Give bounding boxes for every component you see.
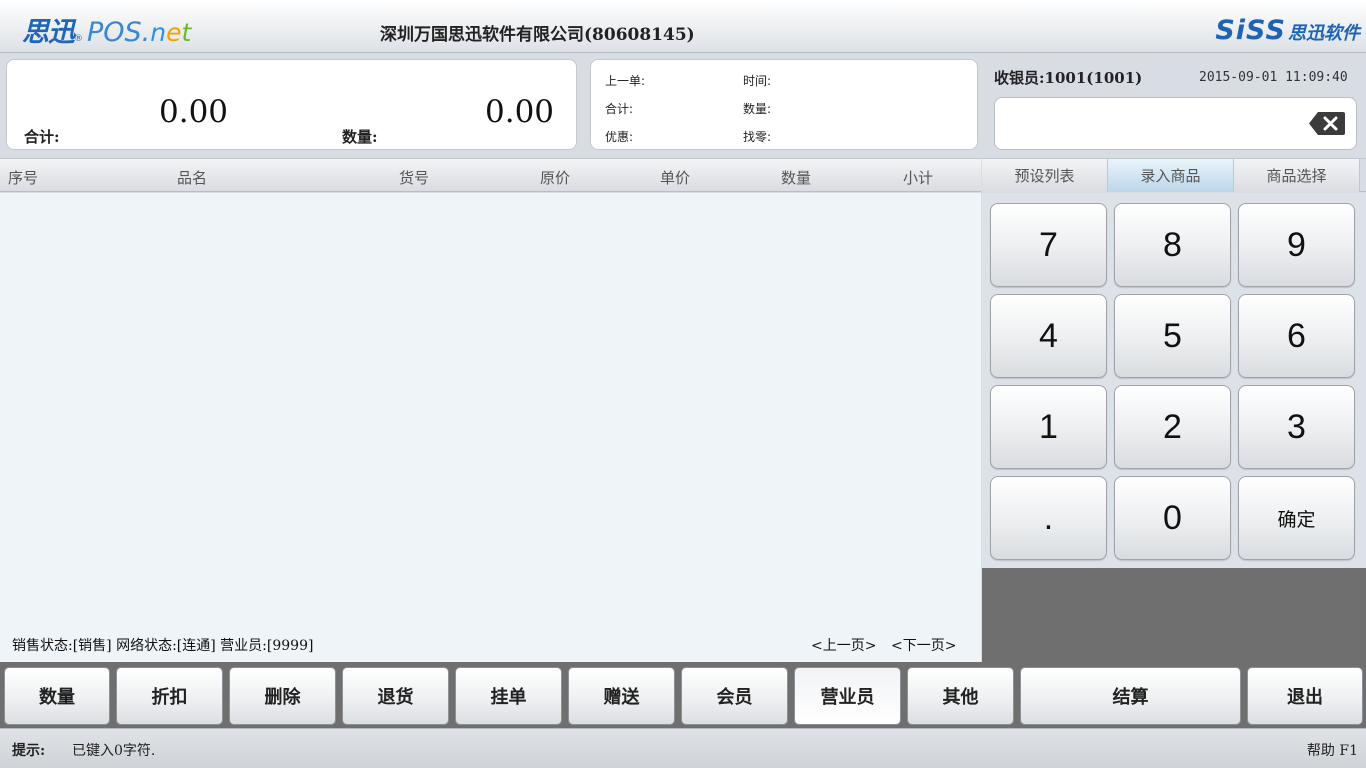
key-2[interactable]: 2 bbox=[1114, 385, 1231, 469]
total-label: 合计: bbox=[24, 128, 60, 146]
total-value: 0.00 bbox=[159, 94, 229, 130]
key-0[interactable]: 0 bbox=[1114, 476, 1231, 560]
sales-status: 销售状态:[销售] 网络状态:[连通] 营业员:[9999] bbox=[12, 638, 314, 654]
member-button[interactable]: 会员 bbox=[681, 667, 788, 725]
key-8[interactable]: 8 bbox=[1114, 203, 1231, 287]
logo-net-n: n bbox=[150, 18, 167, 47]
salesperson-button[interactable]: 营业员 bbox=[794, 667, 901, 725]
logo-cn-text: 思迅 bbox=[22, 17, 75, 48]
col-quantity: 数量 bbox=[781, 169, 812, 187]
key-3[interactable]: 3 bbox=[1238, 385, 1355, 469]
quantity-value: 0.00 bbox=[485, 94, 555, 130]
last-order-label: 上一单: bbox=[605, 74, 646, 88]
cashier-label: 收银员:1001(1001) bbox=[994, 69, 1143, 87]
key-9[interactable]: 9 bbox=[1238, 203, 1355, 287]
app-header: 思迅 ® POS. n e t 深圳万国思迅软件有限公司(80608145) SiSS… bbox=[0, 0, 1366, 53]
siss-brand-logo: SiSS 思迅软件 bbox=[1215, 15, 1360, 46]
next-page-link[interactable]: <下一页> bbox=[891, 635, 956, 655]
totals-panel: 合计: 0.00 数量: 0.00 bbox=[6, 59, 577, 150]
hint-label: 提示: bbox=[12, 743, 46, 759]
col-seq: 序号 bbox=[8, 169, 39, 187]
hint-bar: 提示: 已键入0字符. 帮助 F1 bbox=[0, 728, 1366, 768]
backspace-icon[interactable] bbox=[1308, 111, 1346, 136]
exit-button[interactable]: 退出 bbox=[1247, 667, 1363, 725]
logo-net-t: t bbox=[181, 18, 192, 47]
other-button[interactable]: 其他 bbox=[907, 667, 1014, 725]
datetime-display: 2015-09-01 11:09:40 bbox=[1199, 70, 1348, 85]
item-table-body[interactable] bbox=[0, 193, 981, 662]
key-7[interactable]: 7 bbox=[990, 203, 1107, 287]
last-order-qty-label: 数量: bbox=[743, 102, 772, 116]
hint-text: 已键入0字符. bbox=[72, 743, 156, 759]
brand-cn-text: 思迅软件 bbox=[1288, 23, 1360, 44]
col-name: 品名 bbox=[177, 169, 208, 187]
item-table-header: 序号 品名 货号 原价 单价 数量 小计 bbox=[0, 158, 981, 192]
tab-enter-item[interactable]: 录入商品 bbox=[1108, 159, 1234, 192]
key-4[interactable]: 4 bbox=[990, 294, 1107, 378]
col-subtotal: 小计 bbox=[903, 169, 934, 187]
tab-preset-list[interactable]: 预设列表 bbox=[982, 159, 1108, 192]
col-sku: 货号 bbox=[399, 169, 430, 187]
col-original-price: 原价 bbox=[540, 169, 571, 187]
last-order-change-label: 找零: bbox=[743, 130, 772, 144]
pos-logo: 思迅 ® POS. n e t bbox=[22, 10, 192, 48]
discount-button[interactable]: 折扣 bbox=[116, 667, 223, 725]
logo-pos-text: POS. bbox=[87, 17, 151, 48]
help-shortcut[interactable]: 帮助 F1 bbox=[1307, 740, 1358, 760]
return-button[interactable]: 退货 bbox=[342, 667, 449, 725]
key-5[interactable]: 5 bbox=[1114, 294, 1231, 378]
key-confirm[interactable]: 确定 bbox=[1238, 476, 1355, 560]
gift-button[interactable]: 赠送 bbox=[568, 667, 675, 725]
last-order-discount-label: 优惠: bbox=[605, 130, 634, 144]
key-6[interactable]: 6 bbox=[1238, 294, 1355, 378]
company-name: 深圳万国思迅软件有限公司(80608145) bbox=[380, 25, 695, 45]
checkout-button[interactable]: 结算 bbox=[1020, 667, 1241, 725]
logo-net-e: e bbox=[166, 18, 182, 47]
quantity-label: 数量: bbox=[342, 128, 378, 146]
key-1[interactable]: 1 bbox=[990, 385, 1107, 469]
last-order-panel: 上一单: 时间: 合计: 数量: 优惠: 找零: bbox=[590, 59, 978, 150]
delete-button[interactable]: 删除 bbox=[229, 667, 336, 725]
col-unit-price: 单价 bbox=[660, 169, 691, 187]
brand-siss-text: SiSS bbox=[1215, 15, 1286, 46]
logo-registered-mark: ® bbox=[74, 34, 83, 44]
keypad-bottom-area bbox=[982, 568, 1366, 662]
last-order-time-label: 时间: bbox=[743, 74, 772, 88]
function-toolbar: 数量 折扣 删除 退货 挂单 赠送 会员 营业员 其他 结算 退出 bbox=[0, 662, 1366, 728]
quantity-button[interactable]: 数量 bbox=[4, 667, 110, 725]
hold-order-button[interactable]: 挂单 bbox=[455, 667, 562, 725]
last-order-total-label: 合计: bbox=[605, 102, 634, 116]
right-tabs: 预设列表 录入商品 商品选择 bbox=[982, 158, 1366, 192]
barcode-input[interactable] bbox=[994, 97, 1357, 150]
prev-page-link[interactable]: <上一页> bbox=[811, 635, 876, 655]
key-decimal[interactable]: . bbox=[990, 476, 1107, 560]
tab-item-select[interactable]: 商品选择 bbox=[1234, 159, 1360, 192]
